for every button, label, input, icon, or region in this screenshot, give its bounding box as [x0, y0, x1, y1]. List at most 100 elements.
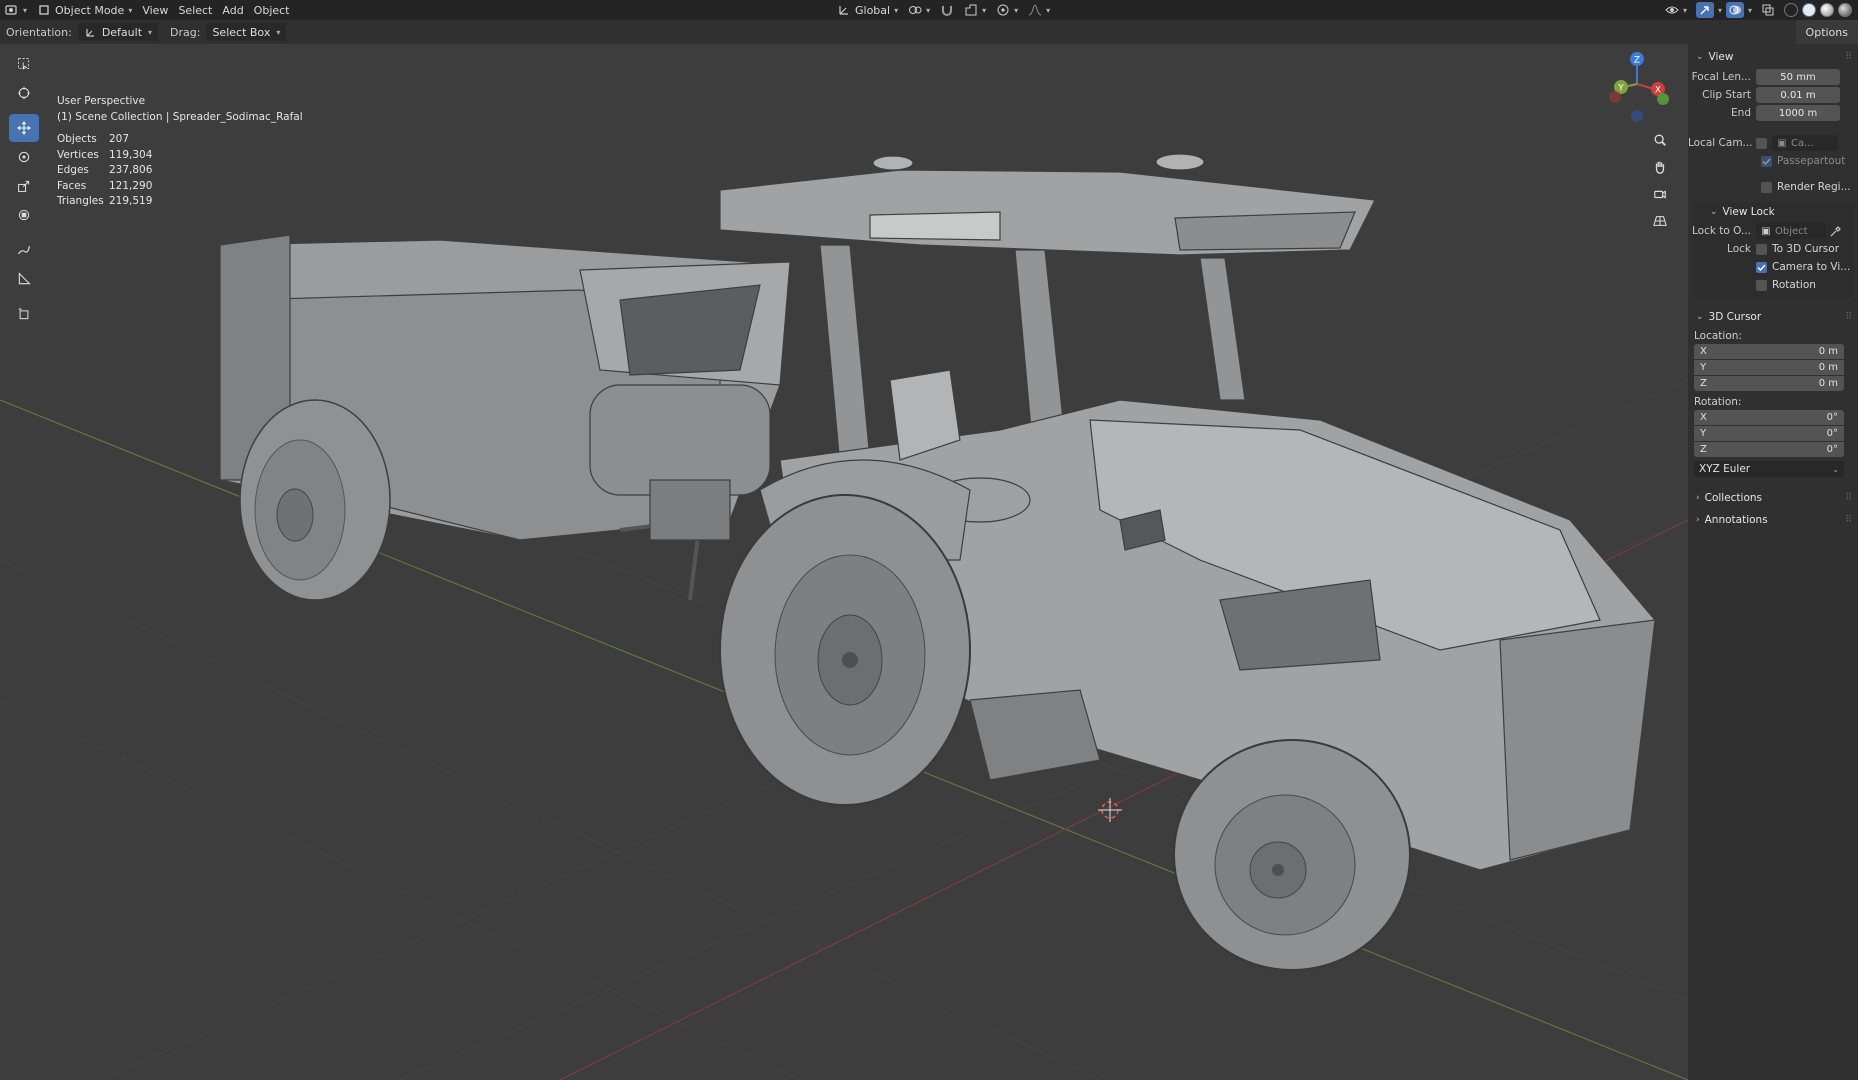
drag-handle-icon[interactable]: ⠿ — [1845, 52, 1852, 62]
solid-shading-icon[interactable] — [1802, 3, 1816, 17]
3d-cursor-icon[interactable] — [1098, 798, 1122, 822]
scale-tool[interactable] — [9, 172, 39, 200]
chevron-down-icon: ⌄ — [1696, 52, 1704, 62]
xray-toggle[interactable] — [1756, 1, 1780, 19]
orientation-dropdown[interactable]: Default ▾ — [77, 23, 159, 41]
menu-view[interactable]: View — [137, 1, 173, 19]
mode-dropdown[interactable]: Object Mode ▾ — [32, 1, 137, 19]
add-cube-icon — [17, 307, 31, 321]
local-camera-field[interactable]: ▣ Ca... — [1772, 135, 1838, 151]
snap-toggle[interactable] — [935, 1, 959, 19]
perspective-toggle-button[interactable] — [1647, 208, 1673, 234]
rotate-icon — [17, 150, 31, 164]
rendered-shading-icon[interactable] — [1838, 3, 1852, 17]
grid-perspective-icon — [1653, 214, 1667, 228]
view-name: User Perspective — [57, 95, 146, 107]
passepartout-checkbox[interactable] — [1761, 155, 1772, 167]
material-shading-icon[interactable] — [1820, 3, 1834, 17]
cursor-location-z[interactable]: Z0 m — [1694, 376, 1844, 391]
3d-cursor-panel-header[interactable]: ⌄ 3D Cursor ⠿ — [1688, 306, 1858, 328]
eye-icon — [1665, 3, 1679, 17]
pan-button[interactable] — [1647, 154, 1673, 180]
lock-rotation-row: Rotation — [1692, 276, 1854, 294]
move-arrows-icon — [17, 121, 31, 135]
overlays-toggle[interactable] — [1725, 2, 1744, 18]
orientation-default-icon — [84, 25, 98, 39]
lock-to-object-row: Lock to O... ▣ Object — [1692, 222, 1854, 240]
chevron-right-icon: › — [1696, 515, 1700, 525]
menu-object[interactable]: Object — [249, 1, 295, 19]
gizmo-y-label: Y — [1617, 84, 1624, 94]
annotate-tool[interactable] — [9, 236, 39, 264]
zoom-button[interactable] — [1647, 127, 1673, 153]
3d-viewport[interactable]: User Perspective (1) Scene Collection | … — [0, 44, 1688, 1080]
move-tool[interactable] — [9, 114, 39, 142]
gizmo-icon — [1698, 3, 1712, 17]
add-cube-tool[interactable] — [9, 300, 39, 328]
wireframe-shading-icon[interactable] — [1784, 3, 1798, 17]
cursor-rotation-vector: X 0° Y 0° Z 0° — [1694, 410, 1844, 457]
drag-handle-icon[interactable]: ⠿ — [1845, 493, 1852, 503]
measure-tool[interactable] — [9, 265, 39, 293]
cursor-location-x[interactable]: X0 m — [1694, 344, 1844, 359]
pivot-point-dropdown[interactable]: ▾ — [903, 1, 935, 19]
menu-select[interactable]: Select — [173, 1, 217, 19]
focal-length-row: Focal Len... 50 mm — [1688, 68, 1858, 86]
camera-to-view-checkbox[interactable] — [1756, 261, 1767, 273]
cursor-rotation-y[interactable]: Y 0° — [1694, 426, 1844, 441]
cursor-tool[interactable] — [9, 79, 39, 107]
lock-object-field[interactable]: ▣ Object — [1756, 223, 1826, 239]
navigation-gizmo[interactable]: Z X Y — [1605, 50, 1670, 125]
rotation-mode-dropdown[interactable]: XYZ Euler ⌄ — [1694, 461, 1844, 477]
gizmo-z-label: Z — [1634, 56, 1640, 66]
proportional-edit-icon — [996, 3, 1010, 17]
editor-type-button[interactable]: ▾ — [0, 1, 32, 19]
camera-object-icon: ▣ — [1777, 137, 1787, 149]
local-camera-checkbox[interactable] — [1756, 137, 1767, 149]
menu-add[interactable]: Add — [217, 1, 248, 19]
clip-start-row: Clip Start 0.01 m — [1688, 86, 1858, 104]
gizmo-toggle[interactable] — [1695, 2, 1714, 18]
xray-icon — [1761, 3, 1775, 17]
snap-target-dropdown[interactable]: ▾ — [959, 1, 991, 19]
proportional-edit-toggle[interactable]: ▾ — [991, 1, 1023, 19]
stat-faces: Faces 121,290 — [57, 179, 153, 192]
visibility-dropdown[interactable]: ▾ — [1660, 1, 1692, 19]
tractor-front-wheel — [1173, 739, 1411, 971]
view-panel-header[interactable]: ⌄ View ⠿ — [1688, 46, 1858, 68]
pivot-icon — [908, 3, 922, 17]
select-box-tool[interactable] — [9, 50, 39, 78]
scale-icon — [17, 179, 31, 193]
rotate-tool[interactable] — [9, 143, 39, 171]
chevron-down-icon: ⌄ — [1832, 464, 1839, 474]
cursor-rotation-z[interactable]: Z 0° — [1694, 442, 1844, 457]
magnifier-icon — [1653, 133, 1667, 147]
collections-panel-header[interactable]: › Collections ⠿ — [1688, 487, 1858, 509]
cursor-location-y[interactable]: Y0 m — [1694, 360, 1844, 375]
clip-start-field[interactable]: 0.01 m — [1756, 87, 1840, 103]
camera-view-button[interactable] — [1647, 181, 1673, 207]
transform-tool[interactable] — [9, 201, 39, 229]
view-lock-header[interactable]: ⌄ View Lock — [1692, 202, 1854, 222]
drag-handle-icon[interactable]: ⠿ — [1845, 515, 1852, 525]
orientation-axes-icon — [837, 3, 851, 17]
lock-rotation-checkbox[interactable] — [1756, 279, 1767, 291]
eyedropper-icon[interactable] — [1828, 224, 1842, 238]
drag-handle-icon[interactable]: ⠿ — [1845, 312, 1852, 322]
mode-label: Object Mode — [55, 3, 125, 17]
lock-to-cursor-checkbox[interactable] — [1756, 243, 1767, 255]
clip-end-field[interactable]: 1000 m — [1756, 105, 1840, 121]
cursor-rotation-x[interactable]: X 0° — [1694, 410, 1844, 425]
drag-dropdown[interactable]: Select Box ▾ — [206, 23, 287, 41]
cursor-location-vector: X0 m Y0 m Z0 m — [1694, 344, 1844, 391]
options-button[interactable]: Options — [1795, 20, 1858, 44]
falloff-dropdown[interactable]: ▾ — [1023, 1, 1055, 19]
tool-shelf — [9, 50, 41, 329]
stat-edges: Edges 237,806 — [57, 164, 153, 176]
stat-vertices: Vertices 119,304 — [57, 148, 153, 161]
clip-end-row: End 1000 m — [1688, 104, 1858, 122]
transform-orientation-dropdown[interactable]: Global ▾ — [832, 1, 903, 19]
annotations-panel-header[interactable]: › Annotations ⠿ — [1688, 509, 1858, 531]
render-region-checkbox[interactable] — [1761, 181, 1772, 193]
focal-length-field[interactable]: 50 mm — [1756, 69, 1840, 85]
